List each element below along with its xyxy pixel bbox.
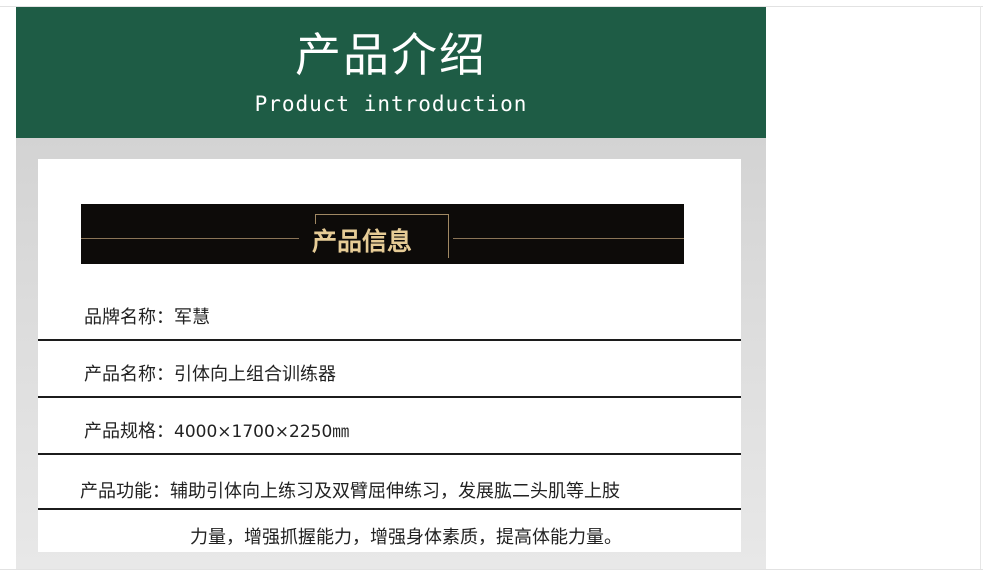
spec-value: 4000×1700×2250㎜: [174, 422, 350, 442]
brand-value: 军慧: [174, 307, 210, 328]
divider: [38, 339, 741, 341]
divider: [38, 508, 741, 510]
spec-label: 产品规格：: [84, 421, 174, 442]
page-title: 产品介绍: [295, 28, 487, 82]
page-subtitle: Product introduction: [254, 92, 528, 116]
function-row: 产品功能：辅助引体向上练习及双臂屈伸练习，发展肱二头肌等上肢: [80, 479, 620, 505]
name-value: 引体向上组合训练器: [174, 364, 336, 385]
brand-row: 品牌名称：军慧: [84, 305, 210, 331]
name-label: 产品名称：: [84, 364, 174, 385]
brand-label: 品牌名称：: [84, 307, 174, 328]
section-title: 产品信息: [299, 224, 425, 260]
banner-rule-right: [453, 238, 684, 239]
section-banner: 产品信息: [81, 204, 684, 264]
header-banner: 产品介绍 Product introduction: [16, 7, 766, 138]
name-row: 产品名称：引体向上组合训练器: [84, 362, 336, 388]
divider: [38, 396, 741, 398]
banner-rule-left: [81, 238, 301, 239]
bottom-border: [0, 569, 983, 570]
function-value-line2: 力量，增强抓握能力，增强身体素质，提高体能力量。: [190, 527, 622, 548]
divider: [38, 453, 741, 455]
right-border: [980, 6, 981, 570]
function-label: 产品功能：: [80, 481, 170, 502]
function-value-line1: 辅助引体向上练习及双臂屈伸练习，发展肱二头肌等上肢: [170, 481, 620, 502]
spec-row: 产品规格：4000×1700×2250㎜: [84, 419, 349, 445]
